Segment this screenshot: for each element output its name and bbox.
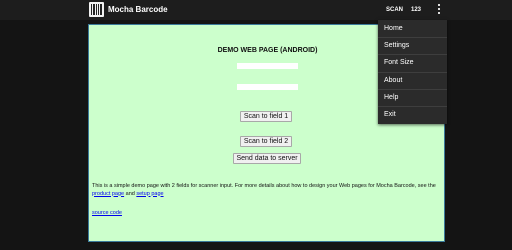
- send-data-button[interactable]: Send data to server: [233, 153, 301, 164]
- overflow-menu-icon[interactable]: [437, 4, 441, 16]
- description-text: This is a simple demo page with 2 fields…: [92, 183, 442, 198]
- source-code-link[interactable]: source code: [92, 210, 122, 216]
- scan-action[interactable]: SCAN: [386, 4, 403, 16]
- menu-item-exit[interactable]: Exit: [378, 106, 447, 123]
- barcode-icon[interactable]: [89, 2, 104, 17]
- app-title: Mocha Barcode: [108, 5, 168, 14]
- scan-to-field-1-button[interactable]: Scan to field 1: [240, 111, 292, 122]
- menu-item-font-size[interactable]: Font Size: [378, 54, 447, 71]
- description-and: and: [124, 190, 137, 197]
- field-2-input[interactable]: [237, 84, 298, 90]
- setup-page-link[interactable]: setup page: [136, 191, 163, 197]
- field-1-input[interactable]: [237, 63, 298, 69]
- scan-to-field-2-button[interactable]: Scan to field 2: [240, 136, 292, 147]
- description-text-part: This is a simple demo page with 2 fields…: [92, 183, 436, 189]
- menu-item-settings[interactable]: Settings: [378, 37, 447, 54]
- product-page-link[interactable]: product page: [92, 191, 124, 197]
- action-bar: Mocha Barcode SCAN 123: [0, 0, 512, 20]
- keyboard-input-action[interactable]: 123: [411, 4, 421, 16]
- menu-item-about[interactable]: About: [378, 72, 447, 89]
- menu-item-home[interactable]: Home: [378, 20, 447, 37]
- overflow-menu: Home Settings Font Size About Help Exit: [378, 20, 447, 124]
- menu-item-help[interactable]: Help: [378, 89, 447, 106]
